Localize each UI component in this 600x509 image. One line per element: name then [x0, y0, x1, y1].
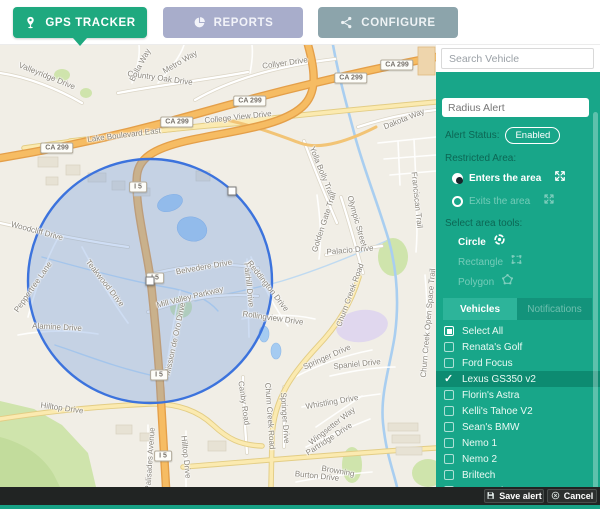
- route-shield: CA 299: [233, 96, 266, 107]
- reports-button[interactable]: REPORTS: [163, 7, 303, 38]
- tool-polygon[interactable]: Polygon: [458, 275, 600, 289]
- bottom-teal-strip: [0, 505, 600, 509]
- search-vehicle-input[interactable]: [441, 48, 594, 69]
- route-shield: CA 299: [40, 143, 73, 154]
- route-shield: I 5: [129, 182, 147, 193]
- save-alert-button[interactable]: Save alert: [484, 489, 544, 503]
- radio-exits-the-area[interactable]: Exits the area: [452, 192, 600, 210]
- vehicle-row[interactable]: Renata's Golf: [436, 339, 600, 355]
- vehicle-checkbox[interactable]: [444, 326, 454, 336]
- vehicle-row[interactable]: Kelli's Tahoe V2: [436, 403, 600, 419]
- vehicle-label: Briltech: [462, 470, 495, 481]
- vehicle-checkbox[interactable]: [444, 470, 454, 480]
- vehicle-row[interactable]: ✓ Lexus GS350 v2: [436, 371, 600, 387]
- vehicle-label: Nemo 2: [462, 454, 497, 465]
- expand-arrows-icon: [543, 192, 555, 210]
- sidebar-scrollbar[interactable]: [593, 112, 598, 487]
- configure-label: CONFIGURE: [361, 17, 435, 29]
- circled-x-icon: [551, 491, 560, 502]
- compress-arrows-icon: [554, 169, 566, 187]
- share-network-icon: [340, 16, 353, 29]
- rectangle-tool-icon: [510, 253, 523, 271]
- route-shield: CA 299: [380, 60, 413, 71]
- radio-selected-icon: [452, 173, 463, 184]
- vehicle-label: Florin's Astra: [462, 390, 519, 401]
- vehicle-list: Select All Renata's Golf Ford Focus ✓ Le…: [436, 323, 600, 487]
- circle-resize-handle[interactable]: [146, 277, 155, 286]
- route-shield: I 5: [154, 451, 172, 462]
- bottom-action-bar: Save alert Cancel: [0, 487, 600, 505]
- vehicle-checkbox[interactable]: ✓: [444, 374, 454, 384]
- top-navigation: GPS TRACKER REPORTS CONFIGURE: [0, 0, 600, 45]
- vehicle-checkbox[interactable]: [444, 342, 454, 352]
- cancel-label: Cancel: [564, 491, 594, 501]
- vehicle-row[interactable]: Briltech: [436, 467, 600, 483]
- circle-tool-icon: [493, 233, 506, 251]
- vehicle-checkbox[interactable]: [444, 438, 454, 448]
- vehicle-checkbox[interactable]: [444, 358, 454, 368]
- vehicle-label: Renata's Golf: [462, 342, 522, 353]
- polygon-tool-icon: [501, 273, 514, 291]
- vehicle-checkbox[interactable]: [444, 390, 454, 400]
- cancel-button[interactable]: Cancel: [547, 489, 597, 503]
- alert-name-input[interactable]: [442, 98, 589, 117]
- vehicle-checkbox[interactable]: [444, 454, 454, 464]
- vehicle-label: Ford Focus: [462, 358, 513, 369]
- vehicle-label: Kelli's Tahoe V2: [462, 406, 533, 417]
- save-alert-label: Save alert: [499, 491, 542, 501]
- location-pin-icon: [24, 16, 37, 29]
- pie-chart-icon: [193, 16, 206, 29]
- alert-status-label: Alert Status:: [445, 130, 499, 141]
- alert-status-toggle[interactable]: Enabled: [505, 127, 560, 144]
- vehicle-label: Sean's BMW: [462, 422, 519, 433]
- configure-button[interactable]: CONFIGURE: [318, 7, 458, 38]
- tool-rectangle[interactable]: Rectangle: [458, 255, 600, 269]
- map-canvas: [0, 45, 436, 487]
- vehicle-row[interactable]: Nemo 2: [436, 451, 600, 467]
- tab-vehicles[interactable]: Vehicles: [443, 298, 517, 320]
- vehicle-label: Nemo 1: [462, 438, 497, 449]
- tab-notifications[interactable]: Notifications: [517, 298, 592, 320]
- vehicle-row[interactable]: Select All: [436, 323, 600, 339]
- alert-sidebar: Alert Status: Enabled Restricted Area: E…: [436, 45, 600, 487]
- alert-panel: Alert Status: Enabled Restricted Area: E…: [436, 72, 600, 487]
- reports-label: REPORTS: [214, 17, 274, 29]
- vehicle-checkbox[interactable]: [444, 406, 454, 416]
- restricted-area-label: Restricted Area:: [445, 153, 600, 164]
- vehicle-row[interactable]: Ford Focus: [436, 355, 600, 371]
- vehicle-checkbox[interactable]: [444, 422, 454, 432]
- route-shield: I 5: [150, 370, 168, 381]
- vehicle-label: Lexus GS350 v2: [462, 374, 536, 385]
- gps-tracker-label: GPS TRACKER: [45, 17, 135, 29]
- route-shield: CA 299: [334, 73, 367, 84]
- map-viewport[interactable]: Valleyridge DriveMetro WayBella WayCount…: [0, 45, 436, 487]
- radio-unselected-icon: [452, 196, 463, 207]
- vehicle-row[interactable]: Sean's BMW: [436, 419, 600, 435]
- vehicle-row[interactable]: Florin's Astra: [436, 387, 600, 403]
- search-strip: [436, 45, 600, 72]
- radio-enters-the-area[interactable]: Enters the area: [452, 169, 600, 187]
- circle-resize-handle[interactable]: [228, 187, 237, 196]
- gps-tracker-button[interactable]: GPS TRACKER: [13, 7, 147, 38]
- route-shield: CA 299: [160, 117, 193, 128]
- floppy-disk-icon: [486, 491, 495, 502]
- tool-circle[interactable]: Circle: [458, 235, 600, 249]
- vehicle-row[interactable]: Nemo 1: [436, 435, 600, 451]
- vehicle-label: Select All: [462, 326, 503, 337]
- select-area-tools-label: Select area tools:: [445, 218, 600, 229]
- sidebar-tabs: Vehicles Notifications: [436, 298, 600, 320]
